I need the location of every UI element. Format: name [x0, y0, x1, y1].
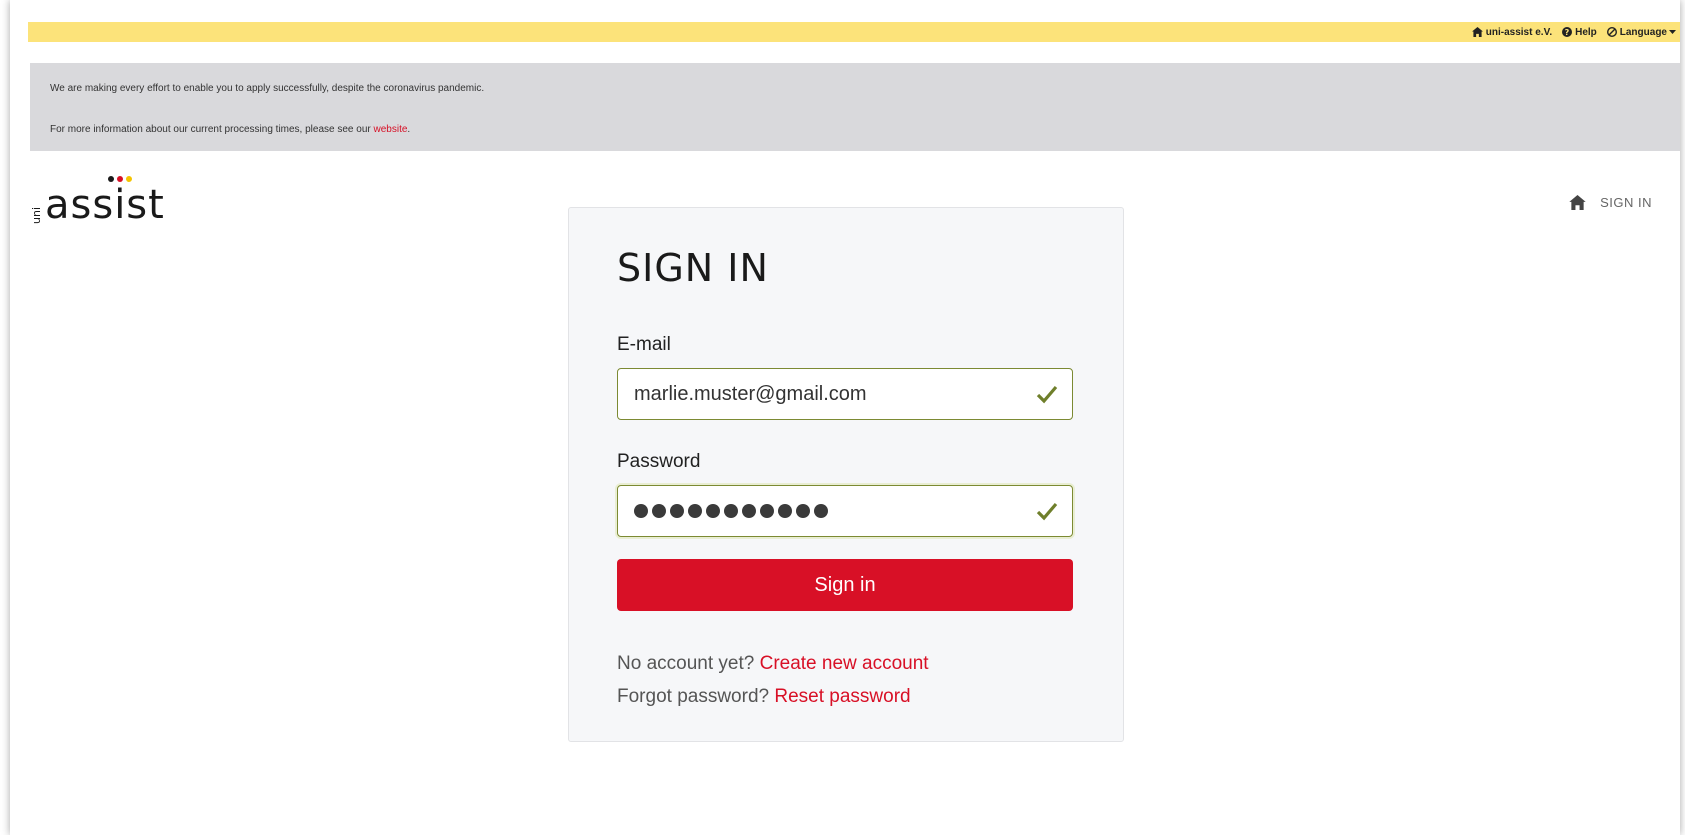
password-mask-dot	[634, 504, 648, 518]
checkmark-icon	[1036, 385, 1058, 404]
svg-text:?: ?	[1565, 28, 1570, 37]
home-icon	[1471, 27, 1483, 37]
topbar-language-dropdown[interactable]: Language	[1606, 26, 1676, 38]
logo-dot-gold	[126, 176, 132, 182]
notice-line-2-prefix: For more information about our current p…	[50, 124, 374, 135]
no-account-text: No account yet?	[617, 653, 755, 674]
password-mask-dot	[778, 504, 792, 518]
email-field[interactable]: marlie.muster@gmail.com	[617, 368, 1073, 420]
notice-line-2-suffix: .	[407, 124, 411, 135]
password-mask-dot	[742, 504, 756, 518]
globe-icon	[1606, 27, 1617, 37]
topbar-language-label: Language	[1619, 26, 1667, 38]
password-mask-dot	[760, 504, 774, 518]
nav-signin-link[interactable]: SIGN IN	[1600, 195, 1652, 210]
no-account-line: No account yet? Create new account	[617, 653, 929, 675]
topbar-home-link[interactable]: uni-assist e.V.	[1471, 26, 1553, 38]
forgot-password-text: Forgot password?	[617, 686, 770, 707]
password-mask-dot	[670, 504, 684, 518]
topbar-help-link[interactable]: ? Help	[1562, 27, 1597, 38]
email-value: marlie.muster@gmail.com	[634, 382, 867, 405]
home-icon[interactable]	[1569, 195, 1586, 210]
forgot-password-line: Forgot password? Reset password	[617, 686, 911, 708]
notice-website-link[interactable]: website	[374, 124, 408, 135]
password-mask-dot	[688, 504, 702, 518]
password-mask-dot	[814, 504, 828, 518]
help-icon: ?	[1562, 27, 1573, 37]
browser-frame: uni-assist e.V. ? Help Language We are m…	[10, 0, 1680, 835]
nav-signin: SIGN IN	[1569, 195, 1652, 210]
password-mask-dot	[724, 504, 738, 518]
notice-banner: We are making every effort to enable you…	[30, 63, 1680, 151]
logo-dots	[108, 176, 135, 182]
uni-assist-logo[interactable]: uni assist	[30, 176, 165, 228]
password-mask-dot	[796, 504, 810, 518]
password-mask-dot	[706, 504, 720, 518]
logo-word: assist	[45, 176, 165, 228]
reset-password-link[interactable]: Reset password	[774, 686, 910, 707]
logo-dot-red	[117, 176, 123, 182]
email-label: E-mail	[617, 334, 671, 355]
logo-small-text: uni	[30, 207, 43, 224]
caret-down-icon	[1669, 30, 1676, 34]
signin-card: SIGN IN E-mail marlie.muster@gmail.com P…	[568, 207, 1124, 742]
topbar-help-label: Help	[1575, 26, 1597, 38]
signin-button[interactable]: Sign in	[617, 559, 1073, 611]
checkmark-icon	[1036, 502, 1058, 521]
create-account-link[interactable]: Create new account	[760, 653, 929, 674]
notice-line-1: We are making every effort to enable you…	[50, 83, 485, 94]
password-mask	[634, 504, 832, 518]
logo-word-text: assist	[45, 182, 165, 228]
topbar-home-label: uni-assist e.V.	[1485, 26, 1553, 38]
password-label: Password	[617, 451, 701, 472]
password-mask-dot	[652, 504, 666, 518]
notice-line-2: For more information about our current p…	[50, 124, 410, 135]
signin-title: SIGN IN	[617, 246, 769, 290]
logo-dot-black	[108, 176, 114, 182]
top-utility-bar: uni-assist e.V. ? Help Language	[28, 22, 1680, 42]
password-field[interactable]	[617, 485, 1073, 537]
